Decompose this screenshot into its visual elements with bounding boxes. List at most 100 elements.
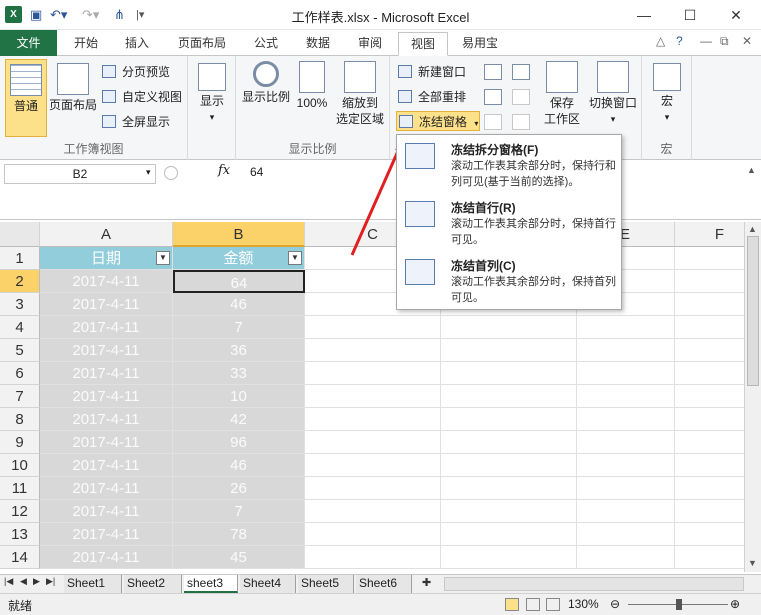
row-header[interactable]: 1 xyxy=(0,247,40,270)
empty-cell[interactable] xyxy=(441,408,577,431)
row-header[interactable]: 14 xyxy=(0,546,40,569)
amount-cell[interactable]: 7 xyxy=(173,316,305,339)
empty-cell[interactable] xyxy=(577,523,675,546)
zoom-level[interactable]: 130% xyxy=(568,597,599,611)
menu-freeze-top-row[interactable]: 冻结首行(R) 滚动工作表其余部分时，保持首行可见。 xyxy=(397,193,621,251)
date-cell[interactable]: 2017-4-11 xyxy=(40,454,173,477)
empty-cell[interactable] xyxy=(675,270,744,293)
full-screen-button[interactable]: 全屏显示 xyxy=(100,112,170,132)
amount-cell[interactable]: 46 xyxy=(173,454,305,477)
row-header[interactable]: 9 xyxy=(0,431,40,454)
date-cell[interactable]: 2017-4-11 xyxy=(40,339,173,362)
amount-cell[interactable]: 36 xyxy=(173,339,305,362)
empty-cell[interactable] xyxy=(441,454,577,477)
amount-cell[interactable]: 7 xyxy=(173,500,305,523)
row-header[interactable]: 8 xyxy=(0,408,40,431)
row-header[interactable]: 12 xyxy=(0,500,40,523)
page-layout-status-icon[interactable] xyxy=(526,598,540,611)
empty-cell[interactable] xyxy=(577,454,675,477)
amount-cell[interactable]: 45 xyxy=(173,546,305,569)
scroll-up-icon[interactable]: ▲ xyxy=(748,224,757,234)
empty-cell[interactable] xyxy=(675,385,744,408)
date-cell[interactable]: 2017-4-11 xyxy=(40,408,173,431)
freeze-panes-button[interactable]: 冻结窗格 ▾ xyxy=(396,111,480,131)
zoom-in-icon[interactable]: ⊕ xyxy=(730,597,740,611)
tab-data[interactable]: 数据 xyxy=(296,32,340,56)
row-header[interactable]: 6 xyxy=(0,362,40,385)
empty-cell[interactable] xyxy=(305,523,441,546)
sheet-tab-sheet2[interactable]: Sheet2 xyxy=(124,575,182,593)
empty-cell[interactable] xyxy=(675,408,744,431)
select-all-corner[interactable] xyxy=(0,222,40,247)
empty-cell[interactable] xyxy=(675,454,744,477)
workbook-minimize-icon[interactable]: — xyxy=(700,34,712,48)
tab-home[interactable]: 开始 xyxy=(64,32,108,56)
view-side-by-side-icon[interactable] xyxy=(512,64,530,80)
empty-cell[interactable] xyxy=(305,362,441,385)
date-cell[interactable]: 2017-4-11 xyxy=(40,270,173,293)
amount-cell[interactable]: 42 xyxy=(173,408,305,431)
active-cell-B2[interactable]: 64 xyxy=(173,270,305,293)
empty-cell[interactable] xyxy=(441,500,577,523)
close-button[interactable]: ✕ xyxy=(714,2,758,28)
amount-cell[interactable]: 10 xyxy=(173,385,305,408)
empty-cell[interactable] xyxy=(675,546,744,569)
save-workspace-button[interactable]: 保存 工作区 xyxy=(538,61,586,139)
empty-cell[interactable] xyxy=(675,293,744,316)
empty-cell[interactable] xyxy=(675,500,744,523)
date-cell[interactable]: 2017-4-11 xyxy=(40,523,173,546)
date-cell[interactable]: 2017-4-11 xyxy=(40,477,173,500)
empty-cell[interactable] xyxy=(441,339,577,362)
zoom-button[interactable]: 显示比例 xyxy=(240,61,292,127)
sheet-tab-sheet5[interactable]: Sheet5 xyxy=(298,575,354,593)
tab-file[interactable]: 文件 xyxy=(0,30,57,56)
page-break-preview-button[interactable]: 分页预览 xyxy=(100,62,170,82)
workbook-close-icon[interactable]: ✕ xyxy=(742,34,752,48)
prev-sheet-icon[interactable]: ◀ xyxy=(20,576,27,587)
row-header[interactable]: 7 xyxy=(0,385,40,408)
amount-cell[interactable]: 46 xyxy=(173,293,305,316)
zoom-100-button[interactable]: 100% xyxy=(294,61,330,127)
first-sheet-icon[interactable]: |◀ xyxy=(4,576,13,587)
sheet-tab-sheet6[interactable]: Sheet6 xyxy=(356,575,412,593)
empty-cell[interactable] xyxy=(675,316,744,339)
insert-sheet-icon[interactable]: ✚ xyxy=(422,576,431,589)
sheet-tab-sheet4[interactable]: Sheet4 xyxy=(240,575,296,593)
unhide-window-icon[interactable] xyxy=(484,114,502,130)
empty-cell[interactable] xyxy=(675,339,744,362)
header-cell-amount[interactable]: 金额 ▼ xyxy=(173,247,305,270)
row-header[interactable]: 5 xyxy=(0,339,40,362)
date-cell[interactable]: 2017-4-11 xyxy=(40,431,173,454)
insert-function-icon[interactable]: fx xyxy=(218,163,230,178)
arrange-all-button[interactable]: 全部重排 xyxy=(396,87,466,107)
filter-dropdown-icon[interactable]: ▼ xyxy=(288,251,302,265)
empty-cell[interactable] xyxy=(305,408,441,431)
vertical-scrollbar[interactable]: ▲ ▼ xyxy=(744,222,761,572)
empty-cell[interactable] xyxy=(577,339,675,362)
horizontal-scrollbar[interactable] xyxy=(444,577,744,591)
filter-dropdown-icon[interactable]: ▼ xyxy=(156,251,170,265)
empty-cell[interactable] xyxy=(305,546,441,569)
normal-view-button[interactable]: 普通 xyxy=(5,59,47,137)
amount-cell[interactable]: 26 xyxy=(173,477,305,500)
empty-cell[interactable] xyxy=(675,247,744,270)
formula-bar-collapse-icon[interactable]: ▲ xyxy=(747,165,756,175)
date-cell[interactable]: 2017-4-11 xyxy=(40,293,173,316)
sheet-tab-sheet3[interactable]: sheet3 xyxy=(184,575,238,593)
amount-cell[interactable]: 96 xyxy=(173,431,305,454)
sheet-tab-sheet1[interactable]: Sheet1 xyxy=(64,575,122,593)
tab-easy-tools[interactable]: 易用宝 xyxy=(456,32,504,56)
tab-review[interactable]: 审阅 xyxy=(348,32,392,56)
minimize-button[interactable]: — xyxy=(622,2,666,28)
menu-freeze-panes[interactable]: 冻结拆分窗格(F) 滚动工作表其余部分时，保持行和列可见(基于当前的选择)。 xyxy=(397,135,621,193)
row-header[interactable]: 13 xyxy=(0,523,40,546)
column-header-A[interactable]: A xyxy=(40,222,173,247)
zoom-slider-thumb[interactable] xyxy=(676,599,682,610)
empty-cell[interactable] xyxy=(441,316,577,339)
collapse-ribbon-icon[interactable]: △ xyxy=(656,34,665,48)
maximize-button[interactable]: ☐ xyxy=(668,2,712,28)
row-header[interactable]: 4 xyxy=(0,316,40,339)
empty-cell[interactable] xyxy=(675,431,744,454)
empty-cell[interactable] xyxy=(441,546,577,569)
empty-cell[interactable] xyxy=(675,477,744,500)
